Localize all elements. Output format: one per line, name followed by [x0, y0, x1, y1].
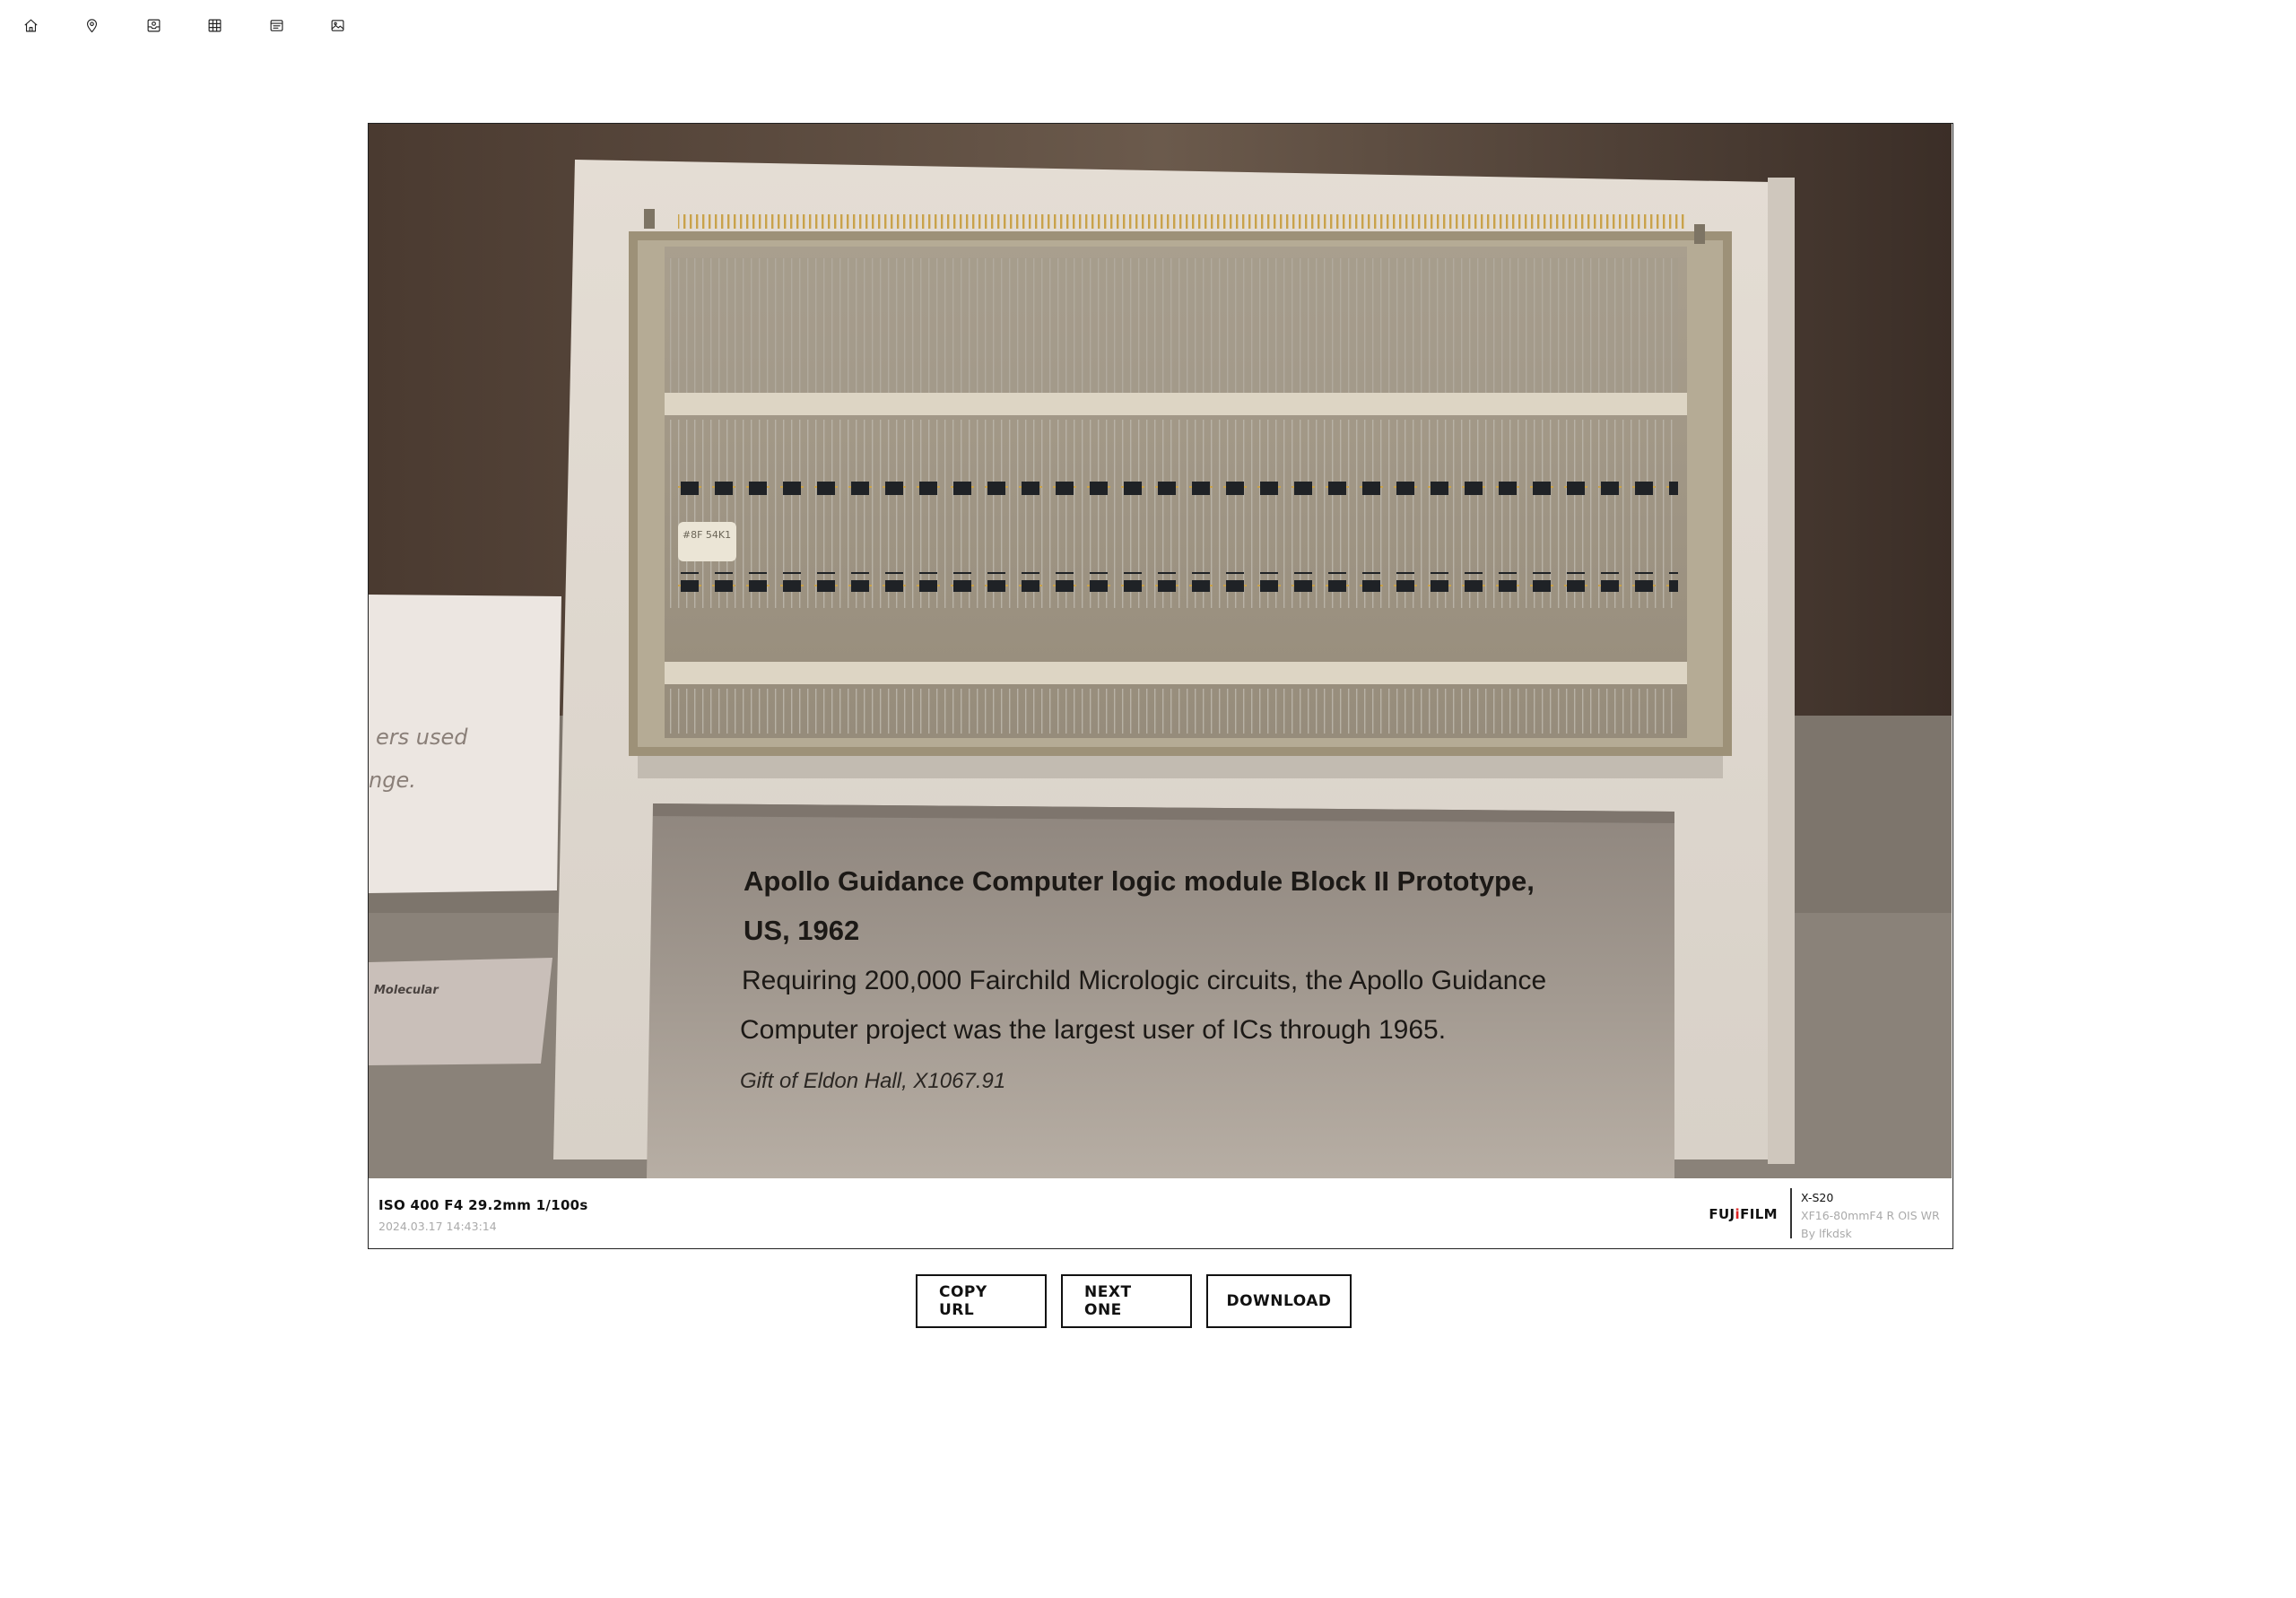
placard-title-line2: US, 1962	[744, 915, 859, 946]
photo-caption-bar: ISO 400 F4 29.2mm 1/100s 2024.03.17 14:4…	[369, 1178, 1952, 1248]
nav-map[interactable]	[62, 0, 124, 50]
chip-label: #8F 54K1	[683, 529, 731, 541]
map-pin-icon	[87, 18, 98, 32]
action-buttons: COPY URL NEXT ONE DOWNLOAD	[0, 1274, 2296, 1328]
grid-icon	[208, 19, 222, 31]
copy-url-button[interactable]: COPY URL	[916, 1274, 1047, 1328]
download-button[interactable]: DOWNLOAD	[1206, 1274, 1352, 1328]
brand-prefix: FUJ	[1709, 1206, 1735, 1222]
caption-divider	[1790, 1188, 1792, 1238]
nav-inbox[interactable]	[123, 0, 185, 50]
nav-home[interactable]	[0, 0, 62, 50]
side-card-line1: ers used	[376, 725, 468, 750]
side-label-text: Molecular	[374, 984, 439, 997]
next-one-button[interactable]: NEXT ONE	[1061, 1274, 1192, 1328]
capture-datetime: 2024.03.17 14:43:14	[378, 1220, 497, 1233]
nav-image[interactable]	[308, 0, 370, 50]
photo-image: ers used nge. Molecular #8F 54K1 Apollo …	[369, 124, 1952, 1178]
photo[interactable]: ers used nge. Molecular #8F 54K1 Apollo …	[369, 124, 1952, 1178]
exif-summary: ISO 400 F4 29.2mm 1/100s	[378, 1197, 588, 1213]
inbox-icon	[147, 19, 161, 31]
top-nav	[0, 0, 369, 50]
image-icon	[331, 19, 344, 31]
camera-lens: XF16-80mmF4 R OIS WR	[1801, 1209, 1940, 1222]
nav-grid[interactable]	[185, 0, 247, 50]
photo-card: ers used nge. Molecular #8F 54K1 Apollo …	[368, 123, 1953, 1249]
camera-model: X-S20	[1801, 1191, 1834, 1204]
photo-author: By lfkdsk	[1801, 1227, 1852, 1240]
placard-title-line1: Apollo Guidance Computer logic module Bl…	[744, 865, 1535, 897]
camera-info: X-S20 XF16-80mmF4 R OIS WR By lfkdsk	[1801, 1189, 1940, 1243]
placard-body-line1: Requiring 200,000 Fairchild Micrologic c…	[742, 966, 1546, 995]
nav-list[interactable]	[246, 0, 308, 50]
list-icon	[270, 19, 283, 31]
brand-suffix: FILM	[1740, 1206, 1778, 1222]
home-icon	[24, 19, 38, 31]
camera-brand-logo: FUJiFILM	[1709, 1206, 1778, 1222]
side-card-line2: nge.	[369, 768, 416, 793]
placard-body-line2: Computer project was the largest user of…	[740, 1015, 1446, 1045]
placard-credit: Gift of Eldon Hall, X1067.91	[740, 1069, 1005, 1093]
